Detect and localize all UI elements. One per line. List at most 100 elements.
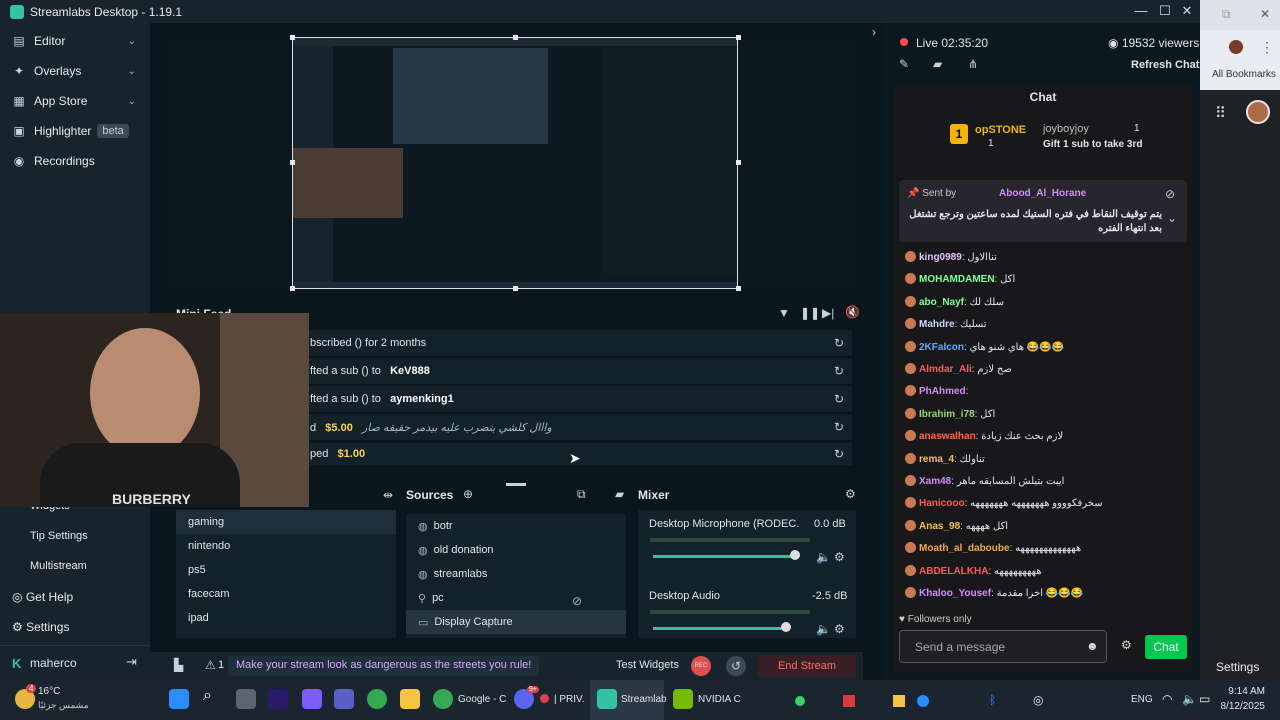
source-item[interactable]: ◍ streamlabs: [406, 562, 626, 586]
close-icon[interactable]: ✕: [1177, 2, 1197, 20]
edit-icon[interactable]: ✎: [899, 57, 909, 71]
chevron-down-icon[interactable]: ⌄: [1167, 211, 1177, 225]
streamlabs-icon[interactable]: [597, 689, 617, 709]
copilot-icon[interactable]: [302, 689, 322, 709]
teams-icon[interactable]: [334, 689, 354, 709]
apps-grid-icon[interactable]: ⠿: [1215, 104, 1226, 122]
get-help-link[interactable]: ◎ Get Help: [12, 590, 73, 604]
file-explorer-icon[interactable]: [400, 689, 420, 709]
channel-settings-icon[interactable]: ⚙: [834, 550, 845, 564]
language-indicator[interactable]: ENG: [1131, 694, 1153, 705]
chat-username[interactable]: ABDELALKHA: [919, 566, 988, 577]
scene-item[interactable]: ps5: [176, 558, 396, 582]
chat-username[interactable]: PhAhmed: [919, 386, 966, 397]
profile-avatar[interactable]: [1246, 100, 1270, 124]
promo-banner[interactable]: Make your stream look as dangerous as th…: [228, 656, 540, 676]
share-icon[interactable]: ⋔: [968, 57, 978, 71]
chat-send-button[interactable]: Chat: [1145, 635, 1187, 659]
pause-icon[interactable]: ❚❚: [800, 306, 820, 320]
volume-knob[interactable]: [781, 622, 791, 632]
sidebar-item-editor[interactable]: ▤ Editor ⌄: [0, 26, 150, 56]
chat-username[interactable]: Khaloo_Yousef: [919, 588, 991, 599]
volume-icon[interactable]: 🔈: [1182, 692, 1197, 706]
chat-username[interactable]: Mahdre: [919, 319, 955, 330]
folder-icon[interactable]: ▰: [615, 487, 624, 501]
chat-username[interactable]: Almdar_Ali: [919, 364, 972, 375]
sidebar-item-multistream[interactable]: Multistream: [30, 560, 87, 572]
source-item[interactable]: ⚲ pc: [406, 586, 626, 610]
replay-icon[interactable]: ↻: [834, 447, 844, 461]
replay-buffer-icon[interactable]: ↺: [726, 656, 746, 676]
extension-icon[interactable]: [1229, 40, 1243, 54]
bluetooth-icon[interactable]: ᛒ: [989, 693, 996, 707]
refresh-chat-button[interactable]: Refresh Chat: [1131, 59, 1199, 71]
taskbar-app-label[interactable]: Streamlab: [621, 694, 667, 705]
browser-close-icon[interactable]: ✕: [1260, 7, 1270, 21]
chat-username[interactable]: Xam48: [919, 476, 951, 487]
taskbar-app-label[interactable]: Google - C: [458, 694, 506, 705]
display-capture-source[interactable]: [292, 37, 738, 289]
chat-username[interactable]: Moath_al_daboube: [919, 543, 1010, 554]
rec-button[interactable]: REC: [691, 656, 711, 676]
maximize-icon[interactable]: ☐: [1155, 2, 1175, 20]
battery-icon[interactable]: ▭: [1199, 692, 1210, 706]
hide-pinned-icon[interactable]: ⊘: [1165, 187, 1175, 201]
chat-input[interactable]: Send a message ☻: [899, 630, 1107, 663]
tray-icon[interactable]: [917, 695, 929, 707]
scene-item[interactable]: nintendo: [176, 534, 396, 558]
source-item[interactable]: ◍ botr: [406, 514, 626, 538]
restore-icon[interactable]: ⧉: [1222, 7, 1231, 22]
chrome-icon[interactable]: [367, 689, 387, 709]
chrome-window-icon[interactable]: [433, 689, 453, 709]
replay-icon[interactable]: ↻: [834, 364, 844, 378]
chat-username[interactable]: Anas_98: [919, 521, 960, 532]
minimize-icon[interactable]: —: [1131, 2, 1151, 20]
end-stream-button[interactable]: End Stream: [758, 655, 856, 677]
chat-username[interactable]: MOHAMDAMEN: [919, 274, 995, 285]
source-item[interactable]: ▭ Display Capture: [406, 610, 626, 634]
taskbar-app-label[interactable]: NVIDIA C: [698, 694, 741, 705]
replay-icon[interactable]: ↻: [834, 392, 844, 406]
scene-item[interactable]: ipad: [176, 606, 396, 630]
collapse-icon[interactable]: ⇹: [383, 488, 393, 502]
sidebar-item-overlays[interactable]: ✦ Overlays ⌄: [0, 56, 150, 86]
chat-username[interactable]: king0989: [919, 252, 962, 263]
emoji-icon[interactable]: ☻: [1086, 639, 1099, 653]
tray-icon[interactable]: [893, 695, 905, 707]
speaker-icon[interactable]: 🔈: [816, 622, 831, 636]
mixer-settings-icon[interactable]: ⚙: [845, 487, 856, 501]
wifi-icon[interactable]: ◠: [1162, 692, 1172, 706]
camera-icon[interactable]: ▰: [933, 57, 942, 71]
replay-icon[interactable]: ↻: [834, 336, 844, 350]
chat-username[interactable]: anaswalhan: [919, 431, 976, 442]
gift-sub-text[interactable]: Gift 1 sub to take 3rd: [1043, 139, 1142, 150]
channel-settings-icon[interactable]: ⚙: [834, 622, 845, 636]
speaker-icon[interactable]: 🔈: [816, 550, 831, 564]
replay-icon[interactable]: ↻: [834, 420, 844, 434]
tray-icon[interactable]: [795, 696, 805, 706]
menu-dots-icon[interactable]: ⋮: [1260, 39, 1274, 56]
filter-icon[interactable]: ▼: [778, 306, 790, 320]
resize-handle[interactable]: [506, 483, 526, 486]
chat-username[interactable]: Ibrahim_i78: [919, 409, 975, 420]
task-view-icon[interactable]: [236, 689, 256, 709]
chat-username[interactable]: Hanicooo: [919, 498, 965, 509]
tray-icon[interactable]: [843, 695, 855, 707]
sidebar-item-app-store[interactable]: ▦ App Store ⌄: [0, 86, 150, 116]
source-folder-icon[interactable]: ⧉: [577, 487, 586, 502]
sidebar-item-highlighter[interactable]: ▣ Highlighter beta: [0, 116, 150, 146]
stats-icon[interactable]: ▙: [174, 658, 183, 672]
chat-username[interactable]: 2KFalcon: [919, 342, 964, 353]
visibility-hidden-icon[interactable]: ⊘: [572, 594, 582, 608]
start-icon[interactable]: [169, 689, 189, 709]
volume-knob[interactable]: [790, 550, 800, 560]
alert-icon[interactable]: ⚠: [205, 658, 216, 672]
source-item[interactable]: ◍ old donation: [406, 538, 626, 562]
all-bookmarks[interactable]: All Bookmarks: [1212, 69, 1276, 80]
sidebar-item-recordings[interactable]: ◉ Recordings: [0, 146, 150, 176]
skip-icon[interactable]: ▶|: [822, 306, 834, 320]
logout-icon[interactable]: ⇥: [126, 654, 137, 670]
volume-slider[interactable]: [653, 627, 788, 630]
volume-slider[interactable]: [653, 555, 798, 558]
chat-settings-icon[interactable]: ⚙: [1121, 638, 1132, 652]
